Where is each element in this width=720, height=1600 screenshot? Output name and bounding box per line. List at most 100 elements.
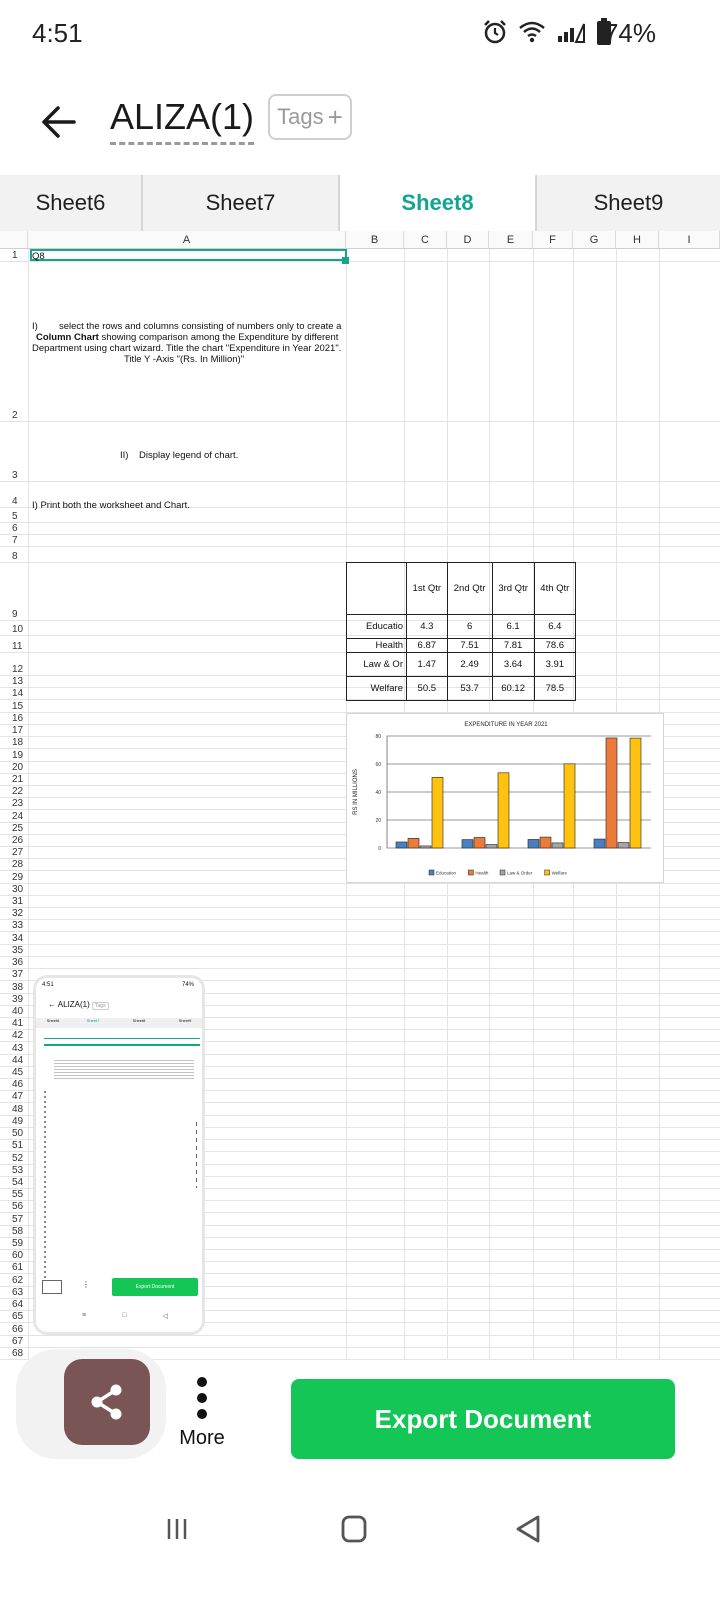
col-header-b[interactable]: B (346, 231, 404, 249)
row-number[interactable]: 43 (0, 1043, 28, 1054)
col-header-g[interactable]: G (573, 231, 616, 249)
table-cell[interactable]: 6.1 (491, 614, 535, 639)
col-header-f[interactable]: F (533, 231, 573, 249)
row-number[interactable]: 26 (0, 835, 28, 846)
table-row-label[interactable]: Law & Or (346, 652, 407, 677)
row-number[interactable]: 54 (0, 1177, 28, 1188)
cell-a1[interactable]: Q8 (32, 251, 45, 262)
row-number[interactable]: 10 (0, 624, 28, 635)
row-number[interactable]: 62 (0, 1275, 28, 1286)
row-number[interactable]: 34 (0, 933, 28, 944)
row-number[interactable]: 4 (0, 496, 28, 507)
table-cell[interactable]: 7.81 (491, 638, 535, 653)
row-number[interactable]: 53 (0, 1165, 28, 1176)
row-number[interactable]: 55 (0, 1189, 28, 1200)
row-number[interactable]: 7 (0, 535, 28, 546)
table-cell[interactable]: 53.7 (446, 676, 493, 701)
row-number[interactable]: 6 (0, 523, 28, 534)
row-number[interactable]: 57 (0, 1214, 28, 1225)
tab-sheet9[interactable]: Sheet9 (537, 175, 720, 231)
table-cell[interactable]: 1.47 (406, 652, 448, 677)
table-cell[interactable]: 50.5 (406, 676, 448, 701)
row-number[interactable]: 60 (0, 1250, 28, 1261)
row-number[interactable]: 32 (0, 908, 28, 919)
row-number[interactable]: 37 (0, 969, 28, 980)
table-cell[interactable]: 7.51 (446, 638, 493, 653)
share-button[interactable] (64, 1359, 150, 1445)
row-number[interactable]: 31 (0, 896, 28, 907)
table-cell[interactable]: 2.49 (446, 652, 493, 677)
row-number[interactable]: 8 (0, 551, 28, 562)
home-icon[interactable] (340, 1514, 368, 1544)
table-cell[interactable]: 60.12 (491, 676, 535, 701)
row-number[interactable]: 2 (0, 410, 28, 421)
row-number[interactable]: 61 (0, 1262, 28, 1273)
row-number[interactable]: 50 (0, 1128, 28, 1139)
row-number[interactable]: 48 (0, 1104, 28, 1115)
row-number[interactable]: 68 (0, 1348, 28, 1359)
row-number[interactable]: 33 (0, 920, 28, 931)
tab-sheet8[interactable]: Sheet8 (340, 175, 537, 231)
row-number[interactable]: 56 (0, 1201, 28, 1212)
row-number[interactable]: 66 (0, 1324, 28, 1335)
row-number[interactable]: 41 (0, 1018, 28, 1029)
row-number[interactable]: 51 (0, 1140, 28, 1151)
table-cell[interactable]: 6.4 (533, 614, 577, 639)
row-number[interactable]: 35 (0, 945, 28, 956)
corner-cell[interactable] (0, 231, 28, 249)
table-header[interactable]: 1st Qtr (406, 562, 448, 615)
row-number[interactable]: 12 (0, 664, 28, 675)
row-number[interactable]: 20 (0, 762, 28, 773)
selection-handle[interactable] (342, 257, 349, 264)
row-number[interactable]: 27 (0, 847, 28, 858)
row-number[interactable]: 28 (0, 859, 28, 870)
row-number[interactable]: 44 (0, 1055, 28, 1066)
table-cell[interactable]: 6 (446, 614, 493, 639)
tab-sheet7[interactable]: Sheet7 (143, 175, 340, 231)
row-number[interactable]: 25 (0, 823, 28, 834)
row-number[interactable]: 42 (0, 1030, 28, 1041)
table-cell[interactable]: 6.87 (406, 638, 448, 653)
floating-screenshot-thumbnail[interactable]: 4:51 74% ← ALIZA(1) Tags Sheet6 Sheet7 S… (33, 975, 205, 1335)
row-number[interactable]: 19 (0, 750, 28, 761)
cell-a3[interactable]: II) Display legend of chart. (120, 450, 238, 461)
row-number[interactable]: 13 (0, 676, 28, 687)
table-cell[interactable]: 78.6 (533, 638, 577, 653)
row-number[interactable]: 5 (0, 511, 28, 522)
cell-a4[interactable]: I) Print both the worksheet and Chart. (32, 500, 190, 511)
row-number[interactable]: 24 (0, 811, 28, 822)
tab-sheet6[interactable]: Sheet6 (0, 175, 143, 231)
col-header-d[interactable]: D (447, 231, 489, 249)
tags-button[interactable]: Tags + (268, 94, 352, 140)
cell-a2[interactable]: I) select the rows and columns consistin… (32, 321, 344, 365)
col-header-h[interactable]: H (616, 231, 659, 249)
expenditure-chart[interactable]: EXPENDITURE IN YEAR 2021 RS IN MILLIONS 0 2… (346, 713, 664, 883)
row-number[interactable]: 30 (0, 884, 28, 895)
more-button[interactable]: More (172, 1375, 232, 1465)
table-header[interactable]: 4th Qtr (533, 562, 577, 615)
recent-apps-icon[interactable] (164, 1516, 190, 1542)
row-number[interactable]: 40 (0, 1006, 28, 1017)
row-number[interactable]: 47 (0, 1091, 28, 1102)
table-cell[interactable]: 4.3 (406, 614, 448, 639)
document-title[interactable]: ALIZA(1) (110, 96, 255, 145)
row-number[interactable]: 11 (0, 641, 28, 652)
row-number[interactable]: 1 (0, 250, 28, 261)
row-number[interactable]: 36 (0, 957, 28, 968)
back-arrow-icon[interactable] (36, 102, 80, 142)
selected-cell-a1[interactable] (30, 249, 347, 261)
table-cell[interactable]: 3.91 (533, 652, 577, 677)
row-number[interactable]: 21 (0, 774, 28, 785)
export-document-button[interactable]: Export Document (291, 1379, 675, 1459)
table-row-label[interactable]: Educatio (346, 614, 407, 639)
row-number[interactable]: 49 (0, 1116, 28, 1127)
spreadsheet-grid[interactable]: A B C D E F G H I 1 2 3 4 5 6 7 8 9 10 11 12 13 14 15 1… (0, 231, 720, 1363)
row-number[interactable]: 18 (0, 737, 28, 748)
row-number[interactable]: 38 (0, 982, 28, 993)
row-number[interactable]: 9 (0, 609, 28, 620)
back-nav-icon[interactable] (514, 1514, 542, 1544)
col-header-a[interactable]: A (28, 231, 346, 249)
row-number[interactable]: 17 (0, 725, 28, 736)
row-number[interactable]: 52 (0, 1153, 28, 1164)
col-header-e[interactable]: E (489, 231, 533, 249)
